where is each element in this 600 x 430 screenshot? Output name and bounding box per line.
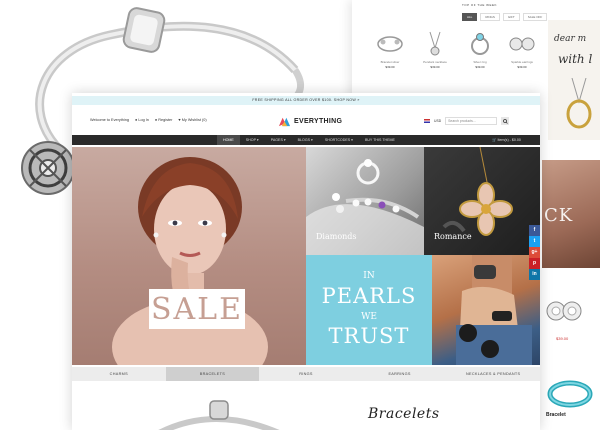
pearls-line-3: WE	[361, 312, 377, 322]
back-tab-all[interactable]: ALL	[462, 13, 478, 21]
pearls-line-2: PEARLS	[321, 284, 417, 308]
welcome-text: Welcome to Everything	[90, 118, 129, 122]
shipping-notice[interactable]: FREE SHIPPING ALL ORDER OVER $100. SHOP …	[72, 96, 540, 105]
diamonds-label: Diamonds	[316, 232, 357, 241]
cart-icon: 🛒	[492, 138, 497, 142]
bracelet-product-image	[158, 400, 280, 430]
pearls-line-1: IN	[363, 271, 375, 281]
back-tab-sale-off[interactable]: SALE OFF	[522, 13, 548, 21]
tab-charms[interactable]: CHARMS	[72, 367, 166, 381]
search-icon	[502, 118, 508, 124]
logo-text: EVERYTHING	[294, 118, 343, 125]
product-name: Bracelet	[546, 412, 566, 418]
register-link[interactable]: ● Register	[155, 118, 173, 122]
nav-home[interactable]: HOME	[217, 135, 240, 145]
section-heading: Bracelets	[368, 406, 440, 422]
model-jewelry-tile[interactable]	[432, 255, 540, 365]
cart-button[interactable]: 🛒 Item(s) - $0.00	[492, 135, 521, 145]
wishlist-link[interactable]: ♥ My Wishlist (0)	[178, 118, 206, 122]
sale-label-box: SALE	[149, 289, 245, 329]
tab-necklaces-pendants[interactable]: NECKLACES & PENDANTS	[446, 367, 540, 381]
hero-banner: SALE Diamonds Romance IN PEARLS WE TRUST…	[72, 147, 540, 365]
mothers-day-promo[interactable]: dear m with l	[548, 20, 600, 140]
product-price: $39.00	[430, 65, 440, 69]
site-logo[interactable]: EVERYTHING	[278, 115, 342, 128]
wishlist-label: My Wishlist (0)	[181, 118, 207, 122]
promo-script-line-1: dear m	[554, 34, 587, 44]
facebook-icon[interactable]: f	[529, 225, 540, 236]
ring-thumbnail	[460, 28, 500, 60]
nav-buy-theme[interactable]: BUY THIS THEME	[359, 135, 401, 145]
product-price: $39.00	[475, 65, 485, 69]
logo-mark-icon	[278, 117, 291, 127]
lock-icon: ●	[134, 118, 138, 122]
romance-label: Romance	[434, 232, 472, 241]
us-flag-icon[interactable]	[424, 119, 430, 123]
back-product-card[interactable]: Sparkle earrings $39.00	[502, 28, 542, 86]
register-label: Register	[158, 118, 173, 122]
back-section-title: TOP OF THE WEEK	[462, 3, 498, 7]
model-portrait-image	[112, 157, 268, 365]
tab-bracelets[interactable]: BRACELETS	[165, 367, 260, 381]
nav-blogs[interactable]: BLOGS ▾	[292, 135, 319, 145]
romance-tile[interactable]: Romance	[424, 147, 540, 255]
cart-label: Item(s) - $0.00	[497, 138, 521, 142]
diamonds-tile[interactable]: Diamonds	[306, 147, 424, 255]
bracelet-thumbnail	[370, 28, 410, 60]
back-tab-rings[interactable]: RINGS	[480, 13, 500, 21]
bracelet-icon	[547, 380, 593, 408]
pearls-line-4: TRUST	[328, 324, 410, 348]
product-price: $39.00	[385, 65, 395, 69]
category-tabs: CHARMS BRACELETS RINGS EARRINGS NECKLACE…	[72, 367, 540, 381]
login-link[interactable]: ● Log In	[135, 118, 149, 122]
nav-pages[interactable]: PAGES ▾	[265, 135, 292, 145]
earrings-icon	[546, 301, 582, 321]
promo-model-image: CK	[542, 160, 600, 268]
sale-banner[interactable]: SALE	[72, 147, 306, 365]
composite-mockup: TOP OF THE WEEK ALL RINGS GIFT SALE OFF …	[0, 0, 600, 430]
model-accessories-image	[456, 255, 532, 365]
back-product-card[interactable]: Bracelet silver $39.00	[370, 28, 410, 86]
linkedin-icon[interactable]: in	[529, 269, 540, 280]
pinterest-icon[interactable]: p	[529, 258, 540, 269]
back-product-card[interactable]: Pendant necklace $39.00	[415, 28, 455, 86]
sale-text: SALE	[150, 291, 244, 327]
nav-shortcodes[interactable]: SHORTCODES ▾	[319, 135, 359, 145]
pearls-tile[interactable]: IN PEARLS WE TRUST	[306, 255, 432, 365]
back-product-card[interactable]: Silver ring $39.00	[460, 28, 500, 86]
promo-script-line-2: with l	[558, 52, 593, 66]
back-tabs: ALL RINGS GIFT SALE OFF	[462, 13, 548, 21]
google-plus-icon[interactable]: g+	[529, 247, 540, 258]
earring-product[interactable]: $39.00	[542, 290, 600, 360]
user-icon: ●	[154, 118, 158, 122]
tab-rings[interactable]: RINGS	[259, 367, 353, 381]
back-tab-gift[interactable]: GIFT	[502, 13, 520, 21]
bracelet-product[interactable]: Bracelet	[542, 372, 600, 430]
search-input[interactable]: Search products...	[445, 117, 498, 125]
tab-earrings[interactable]: EARRINGS	[353, 367, 447, 381]
social-share-bar: f t g+ p in	[529, 225, 540, 280]
pendant-icon	[566, 78, 592, 129]
promo-big-text: CK	[544, 205, 574, 226]
main-navigation: HOME SHOP ▾ PAGES ▾ BLOGS ▾ SHORTCODES ▾…	[72, 135, 540, 145]
top-bar: Welcome to Everything ● Log In ● Registe…	[72, 112, 540, 132]
currency-select[interactable]: USD	[434, 119, 441, 123]
login-label: Log In	[138, 118, 149, 122]
nav-shop[interactable]: SHOP ▾	[240, 135, 265, 145]
product-price: $39.00	[556, 336, 569, 341]
necklace-thumbnail	[415, 28, 455, 60]
heart-icon: ♥	[178, 118, 181, 122]
search-button[interactable]	[501, 117, 510, 125]
storefront-page: FREE SHIPPING ALL ORDER OVER $100. SHOP …	[72, 93, 540, 430]
twitter-icon[interactable]: t	[529, 236, 540, 247]
product-price: $39.00	[517, 65, 527, 69]
earrings-thumbnail	[502, 28, 542, 60]
